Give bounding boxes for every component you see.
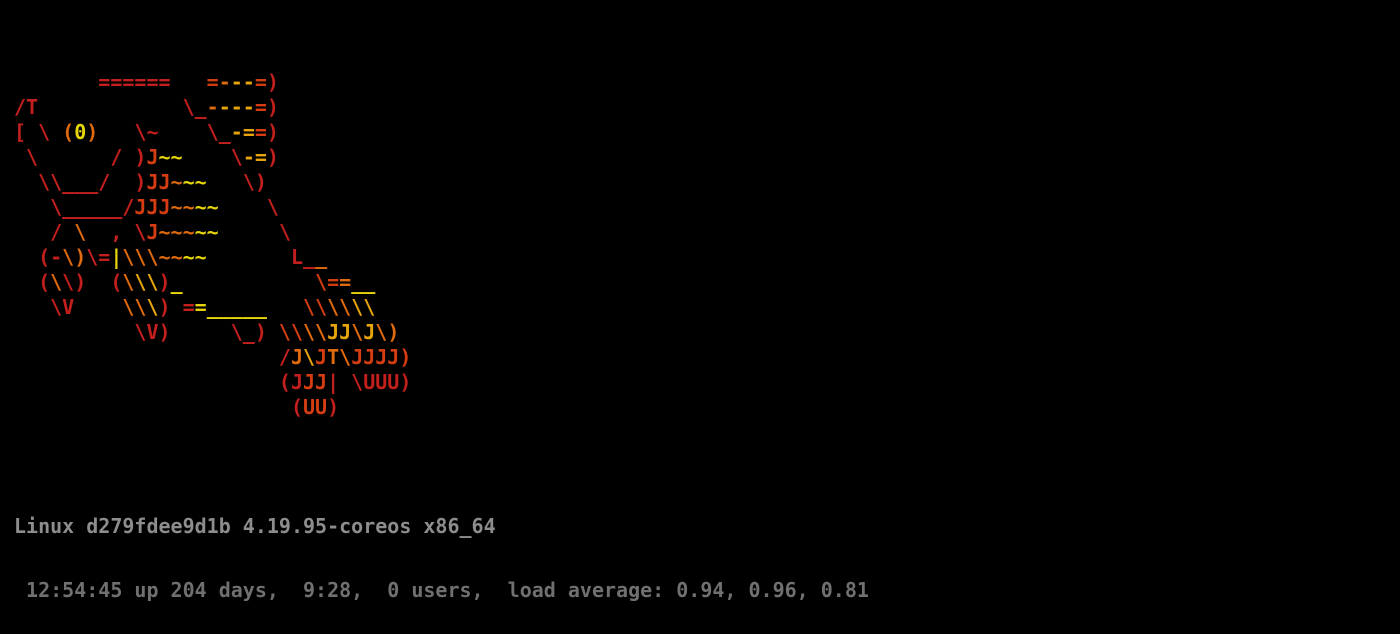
ascii-art-parrot: ====== =---=)/T \_----=)[ \ (0) \~ \_-==… bbox=[14, 70, 1386, 420]
system-info-line: Linux d279fdee9d1b 4.19.95-coreos x86_64 bbox=[14, 516, 1386, 536]
uptime-line: 12:54:45 up 204 days, 9:28, 0 users, loa… bbox=[14, 580, 1386, 600]
terminal-window[interactable]: ====== =---=)/T \_----=)[ \ (0) \~ \_-==… bbox=[0, 0, 1400, 634]
